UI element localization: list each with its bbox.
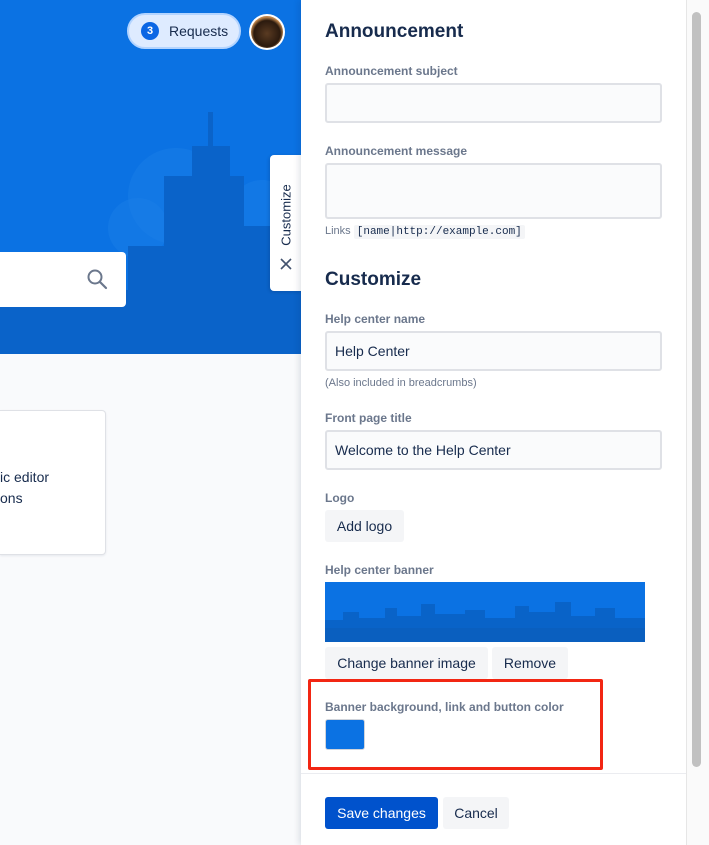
links-hint: Links [name|http://example.com] <box>325 225 525 239</box>
portal-card-text-line1: ic editor <box>0 469 50 485</box>
save-changes-button[interactable]: Save changes <box>325 797 438 829</box>
announcement-heading: Announcement <box>325 21 464 42</box>
customize-heading: Customize <box>325 269 422 290</box>
announcement-message-textarea[interactable] <box>325 163 662 219</box>
banner-preview-image <box>325 582 645 642</box>
banner-color-label: Banner background, link and button color <box>325 700 564 714</box>
user-avatar[interactable] <box>249 14 285 50</box>
customize-tab[interactable]: Customize <box>270 155 302 291</box>
add-logo-button[interactable]: Add logo <box>325 510 404 542</box>
announcement-subject-label: Announcement subject <box>325 64 458 78</box>
avatar-image <box>251 16 283 48</box>
help-center-name-label: Help center name <box>325 312 426 326</box>
logo-label: Logo <box>325 491 355 505</box>
portal-card[interactable]: ic editor ons <box>0 410 106 555</box>
portal-card-text-line2: ons <box>0 490 23 506</box>
close-icon[interactable] <box>279 257 293 271</box>
customize-panel: Announcement Announcement subject Announ… <box>301 0 709 845</box>
requests-button[interactable]: 3 Requests <box>127 13 241 49</box>
announcement-message-label: Announcement message <box>325 144 468 158</box>
scrollbar-thumb[interactable] <box>692 12 701 767</box>
customize-tab-label: Customize <box>278 184 294 246</box>
links-hint-code: [name|http://example.com] <box>353 225 525 239</box>
banner-color-swatch[interactable] <box>325 719 365 750</box>
remove-banner-button[interactable]: Remove <box>492 647 568 679</box>
announcement-subject-input[interactable] <box>325 83 662 123</box>
help-center-name-input[interactable] <box>325 331 662 371</box>
requests-label: Requests <box>169 23 229 39</box>
help-center-name-hint: (Also included in breadcrumbs) <box>325 377 477 389</box>
footer-divider <box>301 773 686 774</box>
help-center-banner-label: Help center banner <box>325 563 434 577</box>
front-page-title-input[interactable] <box>325 430 662 470</box>
change-banner-image-button[interactable]: Change banner image <box>325 647 488 679</box>
cancel-button[interactable]: Cancel <box>443 797 509 829</box>
banner-preview-skyline <box>325 602 645 642</box>
panel-scrollbar[interactable] <box>686 0 709 845</box>
links-hint-prefix: Links <box>325 225 351 237</box>
search-icon[interactable] <box>86 268 108 290</box>
front-page-title-label: Front page title <box>325 411 412 425</box>
requests-count-badge: 3 <box>141 22 159 40</box>
